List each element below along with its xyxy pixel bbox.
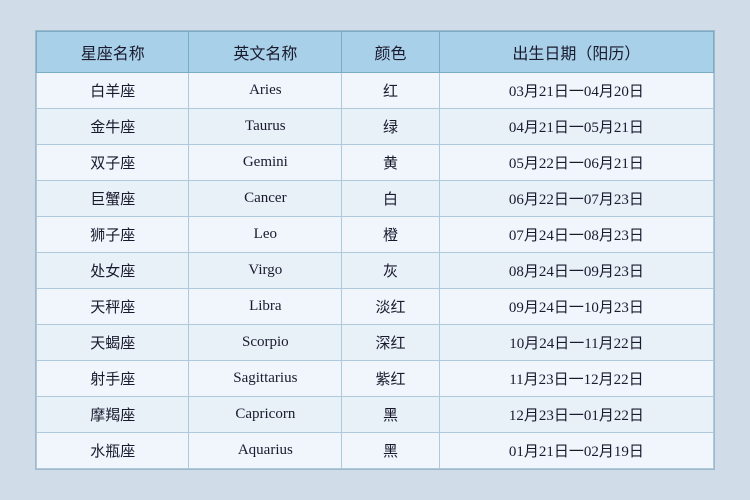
cell-chinese-name: 白羊座: [37, 73, 189, 109]
table-row: 巨蟹座Cancer白06月22日一07月23日: [37, 181, 714, 217]
cell-chinese-name: 射手座: [37, 361, 189, 397]
table-row: 摩羯座Capricorn黑12月23日一01月22日: [37, 397, 714, 433]
table-row: 天秤座Libra淡红09月24日一10月23日: [37, 289, 714, 325]
cell-english-name: Virgo: [189, 253, 342, 289]
cell-color: 黑: [342, 433, 440, 469]
cell-chinese-name: 天蝎座: [37, 325, 189, 361]
cell-date: 10月24日一11月22日: [439, 325, 713, 361]
cell-english-name: Aries: [189, 73, 342, 109]
header-date: 出生日期（阳历）: [439, 32, 713, 73]
header-chinese-name: 星座名称: [37, 32, 189, 73]
cell-color: 紫红: [342, 361, 440, 397]
header-color: 颜色: [342, 32, 440, 73]
cell-english-name: Leo: [189, 217, 342, 253]
table-row: 天蝎座Scorpio深红10月24日一11月22日: [37, 325, 714, 361]
cell-chinese-name: 天秤座: [37, 289, 189, 325]
table-header-row: 星座名称 英文名称 颜色 出生日期（阳历）: [37, 32, 714, 73]
cell-color: 红: [342, 73, 440, 109]
cell-date: 11月23日一12月22日: [439, 361, 713, 397]
table-row: 处女座Virgo灰08月24日一09月23日: [37, 253, 714, 289]
cell-color: 淡红: [342, 289, 440, 325]
cell-date: 07月24日一08月23日: [439, 217, 713, 253]
table-row: 双子座Gemini黄05月22日一06月21日: [37, 145, 714, 181]
cell-chinese-name: 双子座: [37, 145, 189, 181]
cell-date: 12月23日一01月22日: [439, 397, 713, 433]
cell-date: 01月21日一02月19日: [439, 433, 713, 469]
zodiac-table: 星座名称 英文名称 颜色 出生日期（阳历） 白羊座Aries红03月21日一04…: [36, 31, 714, 469]
table-row: 白羊座Aries红03月21日一04月20日: [37, 73, 714, 109]
cell-english-name: Sagittarius: [189, 361, 342, 397]
cell-english-name: Gemini: [189, 145, 342, 181]
cell-english-name: Libra: [189, 289, 342, 325]
cell-color: 黄: [342, 145, 440, 181]
cell-color: 灰: [342, 253, 440, 289]
cell-chinese-name: 巨蟹座: [37, 181, 189, 217]
cell-english-name: Taurus: [189, 109, 342, 145]
table-row: 狮子座Leo橙07月24日一08月23日: [37, 217, 714, 253]
table-row: 射手座Sagittarius紫红11月23日一12月22日: [37, 361, 714, 397]
cell-color: 深红: [342, 325, 440, 361]
cell-color: 黑: [342, 397, 440, 433]
zodiac-table-container: 星座名称 英文名称 颜色 出生日期（阳历） 白羊座Aries红03月21日一04…: [35, 30, 715, 470]
cell-english-name: Scorpio: [189, 325, 342, 361]
table-row: 金牛座Taurus绿04月21日一05月21日: [37, 109, 714, 145]
cell-english-name: Cancer: [189, 181, 342, 217]
cell-date: 05月22日一06月21日: [439, 145, 713, 181]
cell-english-name: Capricorn: [189, 397, 342, 433]
cell-chinese-name: 摩羯座: [37, 397, 189, 433]
header-english-name: 英文名称: [189, 32, 342, 73]
cell-date: 03月21日一04月20日: [439, 73, 713, 109]
cell-color: 绿: [342, 109, 440, 145]
cell-date: 06月22日一07月23日: [439, 181, 713, 217]
cell-english-name: Aquarius: [189, 433, 342, 469]
cell-date: 09月24日一10月23日: [439, 289, 713, 325]
cell-color: 橙: [342, 217, 440, 253]
cell-date: 08月24日一09月23日: [439, 253, 713, 289]
cell-date: 04月21日一05月21日: [439, 109, 713, 145]
table-body: 白羊座Aries红03月21日一04月20日金牛座Taurus绿04月21日一0…: [37, 73, 714, 469]
cell-chinese-name: 水瓶座: [37, 433, 189, 469]
cell-chinese-name: 处女座: [37, 253, 189, 289]
table-row: 水瓶座Aquarius黑01月21日一02月19日: [37, 433, 714, 469]
cell-chinese-name: 狮子座: [37, 217, 189, 253]
cell-color: 白: [342, 181, 440, 217]
cell-chinese-name: 金牛座: [37, 109, 189, 145]
